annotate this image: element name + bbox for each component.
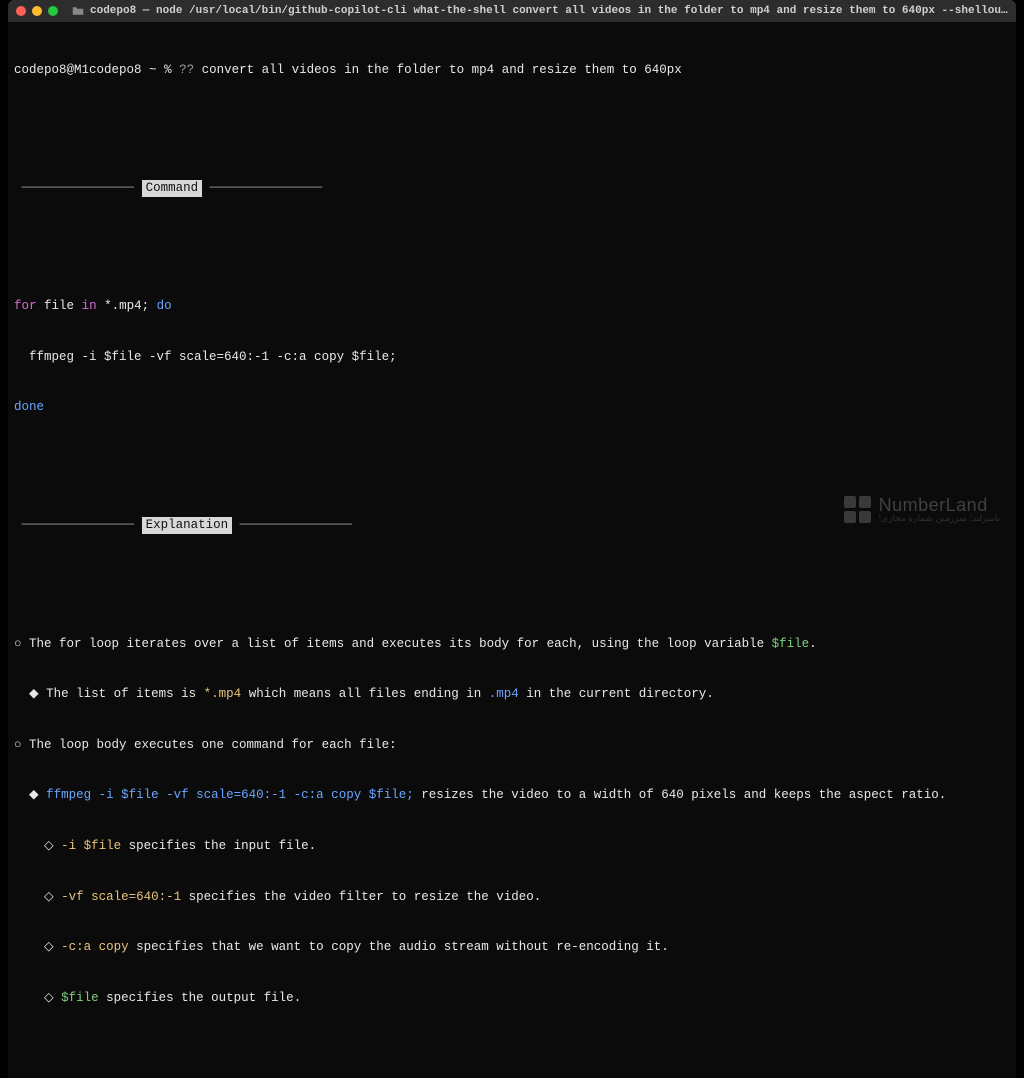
- command-line-3: done: [14, 399, 1010, 416]
- close-icon[interactable]: [16, 6, 26, 16]
- watermark: NumberLand نامبرلند؛ سرزمین شماره مجازی!: [844, 496, 1000, 523]
- traffic-lights: [16, 6, 58, 16]
- explain-line-4: ◆ ffmpeg -i $file -vf scale=640:-1 -c:a …: [14, 787, 1010, 804]
- folder-icon: [72, 5, 84, 17]
- watermark-logo-icon: [844, 496, 871, 523]
- watermark-title: NumberLand: [879, 496, 1000, 514]
- command-line-1: for file in *.mp4; do: [14, 298, 1010, 315]
- explain-line-6: ◇ -vf scale=640:-1 specifies the video f…: [14, 889, 1010, 906]
- terminal-body[interactable]: codepo8@M1codepo8 ~ % ?? convert all vid…: [8, 22, 1016, 1078]
- command-line-2: ffmpeg -i $file -vf scale=640:-1 -c:a co…: [14, 349, 1010, 366]
- explanation-label: Explanation: [142, 517, 233, 534]
- explain-line-5: ◇ -i $file specifies the input file.: [14, 838, 1010, 855]
- prompt-line: codepo8@M1codepo8 ~ % ?? convert all vid…: [14, 62, 1010, 79]
- zoom-icon[interactable]: [48, 6, 58, 16]
- window-titlebar: codepo8 — node /usr/local/bin/github-cop…: [8, 0, 1016, 22]
- explain-line-7: ◇ -c:a copy specifies that we want to co…: [14, 939, 1010, 956]
- window-title: codepo8 — node /usr/local/bin/github-cop…: [90, 5, 1008, 17]
- minimize-icon[interactable]: [32, 6, 42, 16]
- explain-line-8: ◇ $file specifies the output file.: [14, 990, 1010, 1007]
- explain-line-2: ◆ The list of items is *.mp4 which means…: [14, 686, 1010, 703]
- watermark-subtitle: نامبرلند؛ سرزمین شماره مجازی!: [879, 514, 1000, 523]
- command-header: ─────────────── Command ───────────────: [14, 180, 1010, 197]
- explain-line-1: ○ The for loop iterates over a list of i…: [14, 636, 1010, 653]
- explain-line-3: ○ The loop body executes one command for…: [14, 737, 1010, 754]
- command-label: Command: [142, 180, 203, 197]
